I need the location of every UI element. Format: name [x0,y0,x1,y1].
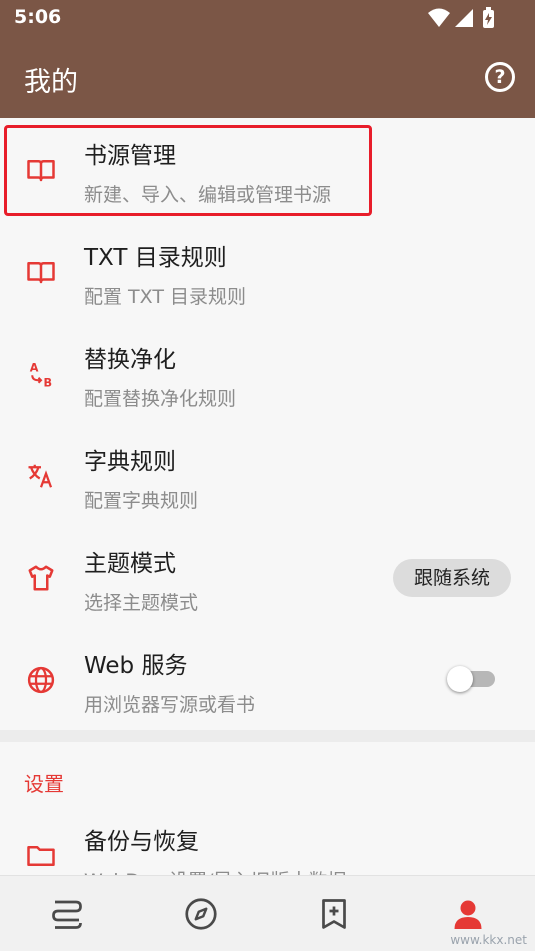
status-time: 5:06 [14,6,62,28]
explore-icon[interactable] [183,896,219,932]
bookshelf-icon[interactable] [49,896,85,932]
section-title: 设置 [24,772,64,796]
web-service-toggle[interactable] [447,666,495,692]
item-title: 替换净化 [84,347,176,373]
bookmark-add-icon[interactable] [316,896,352,932]
replace-ab-icon: A B [26,359,56,390]
theme-mode-select-chip[interactable]: 跟随系统 [393,559,511,597]
item-title: TXT 目录规则 [84,245,227,271]
item-subtitle: 配置 TXT 目录规则 [84,286,246,308]
page-title: 我的 [24,67,78,98]
wifi-icon [428,8,450,27]
item-subtitle: 配置替换净化规则 [84,388,237,410]
book-open-icon [26,257,56,287]
battery-icon [483,7,494,28]
translate-icon [26,461,56,491]
my-profile-icon[interactable] [450,896,486,932]
toggle-knob [447,666,473,692]
settings-section: 设置 备份与恢复 WebDav 设置/导入旧版本数据 [0,742,535,875]
help-circle-icon[interactable]: ? [485,62,515,92]
selection-highlight-box [4,125,372,216]
item-title: 字典规则 [84,449,176,475]
replace-purify-item[interactable]: A B 替换净化 配置替换净化规则 [0,322,535,424]
signal-icon [455,9,473,27]
section-divider [0,730,535,742]
item-title: 主题模式 [84,551,176,577]
tshirt-icon [26,563,56,593]
item-title: 备份与恢复 [84,829,199,855]
item-subtitle: WebDav 设置/导入旧版本数据 [84,866,346,875]
svg-text:A: A [30,362,39,375]
dictionary-rules-item[interactable]: 字典规则 配置字典规则 [0,424,535,526]
app-bar: 我的 ? [0,38,535,118]
system-icons [427,7,499,29]
folder-icon [26,841,56,871]
bottom-navigation: www.kkx.net [0,875,535,951]
backup-restore-item[interactable]: 备份与恢复 WebDav 设置/导入旧版本数据 [0,814,535,875]
svg-text:B: B [44,377,53,390]
status-bar: 5:06 [0,0,535,38]
item-subtitle: 选择主题模式 [84,592,199,614]
watermark-text: www.kkx.net [450,933,527,947]
item-subtitle: 用浏览器写源或看书 [84,694,256,716]
item-subtitle: 配置字典规则 [84,490,199,512]
globe-icon [26,665,56,695]
item-title: Web 服务 [84,653,188,679]
txt-toc-rules-item[interactable]: TXT 目录规则 配置 TXT 目录规则 [0,220,535,322]
